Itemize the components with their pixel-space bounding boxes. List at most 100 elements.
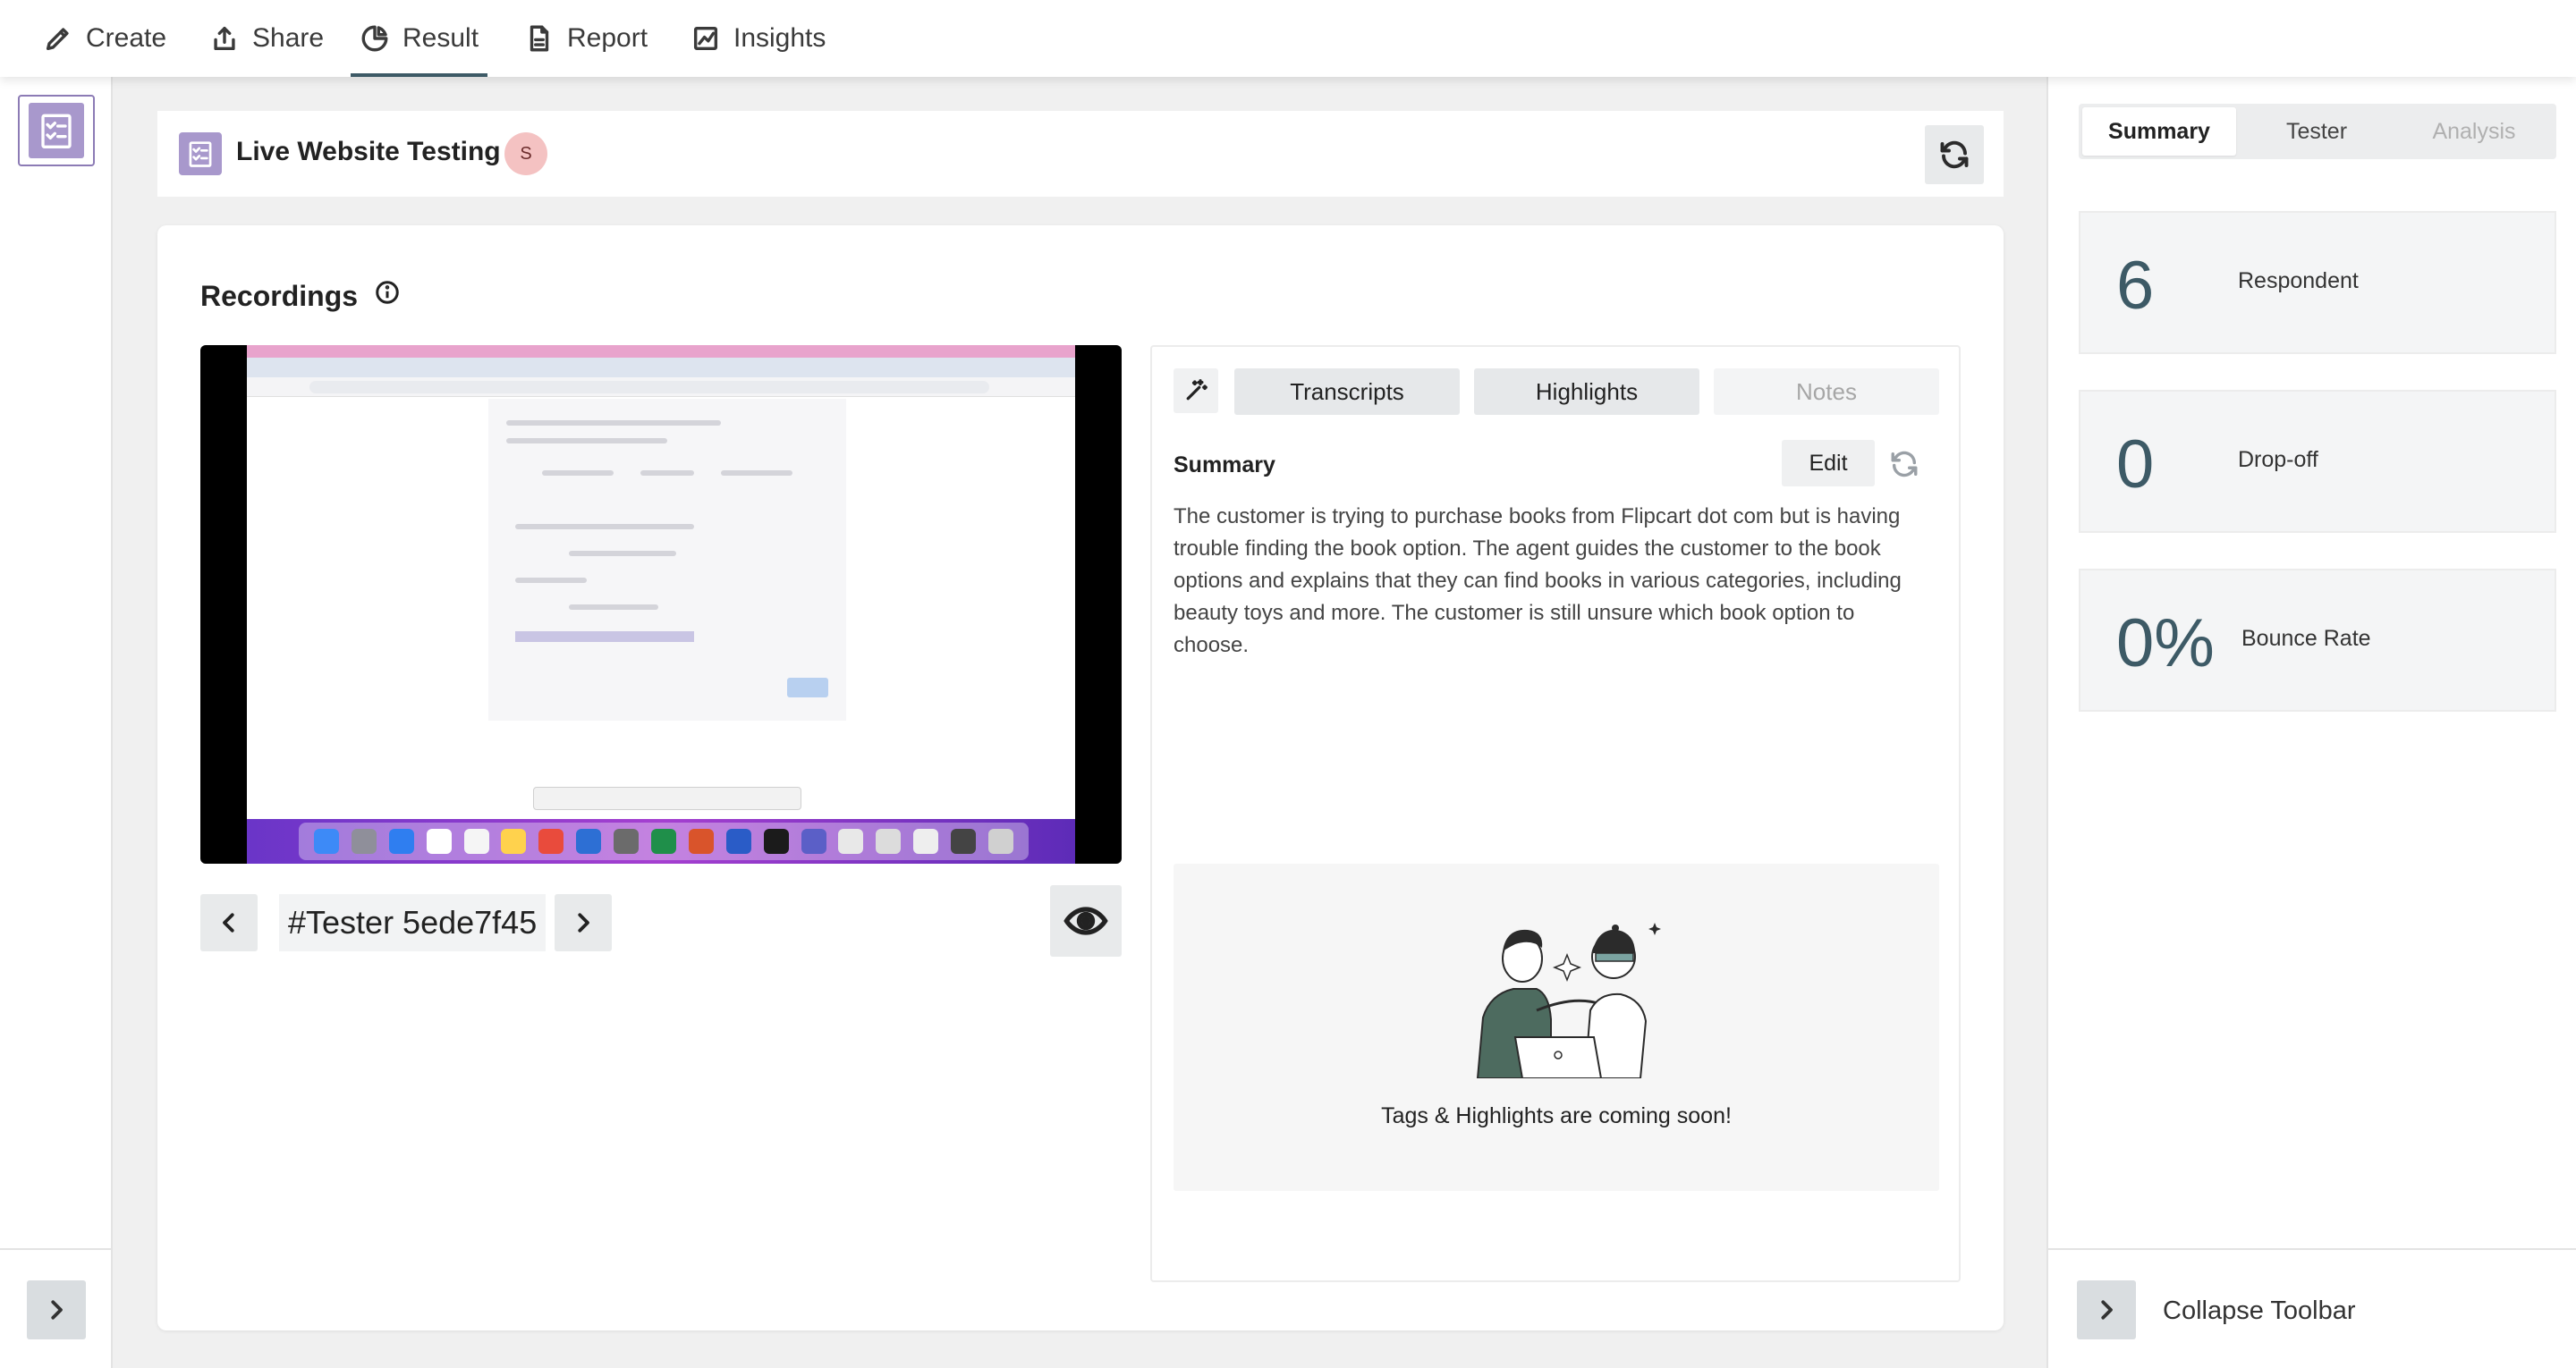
eye-icon	[1063, 907, 1108, 935]
dock-app	[951, 829, 977, 854]
sidebar-tabs: Summary Tester Analysis	[2079, 104, 2556, 159]
coming-soon-text: Tags & Highlights are coming soon!	[1381, 1103, 1732, 1128]
collapse-toolbar-button[interactable]	[2077, 1280, 2136, 1339]
tab-analysis[interactable]: Analysis	[2397, 107, 2551, 156]
dock-app	[351, 829, 377, 854]
share-icon	[214, 26, 235, 51]
dock-app	[501, 829, 527, 854]
refresh-icon	[1891, 451, 1918, 477]
tester-label: #Tester 5ede7f45	[279, 894, 547, 951]
video-tabbar	[247, 358, 1075, 377]
recording-details-panel: Transcripts Highlights Notes Summary Edi…	[1150, 345, 1961, 1282]
stat-label: Drop-off	[2238, 447, 2318, 472]
expand-left-button[interactable]	[27, 1280, 86, 1339]
stat-bounce-rate: 0% Bounce Rate	[2079, 569, 2556, 712]
report-icon	[530, 25, 549, 52]
view-button[interactable]	[1050, 885, 1122, 957]
video-line	[515, 578, 587, 583]
collapse-toolbar-label[interactable]: Collapse Toolbar	[2163, 1296, 2356, 1326]
video-dock	[299, 823, 1029, 860]
checklist-icon	[189, 141, 212, 167]
video-share-bar	[533, 787, 801, 810]
recordings-card: Recordings #Tester 5ede7f45 Transcripts …	[157, 225, 2004, 1330]
dock-app	[614, 829, 640, 854]
dock-app	[313, 829, 339, 854]
recording-video[interactable]	[200, 345, 1122, 864]
magic-wand-icon	[1186, 379, 1208, 401]
recordings-title: Recordings	[200, 279, 359, 312]
dock-app	[838, 829, 864, 854]
stat-label: Bounce Rate	[2241, 626, 2371, 651]
info-icon[interactable]	[374, 279, 401, 313]
video-highlight	[515, 631, 694, 642]
stat-drop-off: 0 Drop-off	[2079, 390, 2556, 533]
video-button	[787, 678, 828, 697]
dock-app	[801, 829, 826, 854]
nav-create[interactable]: Create	[43, 23, 166, 77]
tab-summary[interactable]: Summary	[2082, 107, 2236, 156]
video-line	[515, 524, 694, 529]
insights-icon	[693, 26, 718, 51]
video-line	[640, 470, 694, 476]
video-modal	[488, 399, 846, 721]
stat-label: Respondent	[2238, 268, 2359, 293]
summary-text: The customer is trying to purchase books…	[1174, 504, 1902, 657]
pencil-icon	[46, 28, 69, 51]
left-rail-footer	[0, 1248, 113, 1368]
left-rail	[0, 77, 113, 1368]
next-tester-button[interactable]	[555, 894, 612, 951]
people-at-laptop-illustration	[1476, 923, 1661, 1078]
previous-tester-button[interactable]	[200, 894, 258, 951]
sidebar-footer: Collapse Toolbar	[2048, 1248, 2576, 1368]
video-line	[506, 420, 721, 426]
dock-app	[876, 829, 902, 854]
chevron-left-icon	[223, 913, 234, 933]
nav-share[interactable]: Share	[209, 23, 324, 77]
summary-heading: Summary	[1174, 452, 1275, 477]
dock-app	[426, 829, 452, 854]
study-icon	[179, 132, 222, 175]
regenerate-summary-button[interactable]	[1885, 445, 1923, 483]
refresh-button[interactable]	[1925, 125, 1984, 184]
tab-highlights[interactable]: Highlights	[1474, 368, 1699, 415]
avatar[interactable]: S	[504, 132, 547, 175]
dock-app	[463, 829, 489, 854]
video-line	[542, 470, 614, 476]
stat-value: 6	[2116, 248, 2155, 324]
pie-chart-icon	[361, 25, 388, 52]
video-line	[569, 604, 658, 610]
dock-app	[987, 829, 1013, 854]
study-thumbnail[interactable]	[18, 95, 95, 166]
nav-create-label: Create	[86, 23, 167, 53]
stat-value: 0	[2116, 426, 2155, 502]
right-sidebar: Summary Tester Analysis 6 Respondent 0 D…	[2046, 77, 2576, 1368]
dock-app	[388, 829, 414, 854]
nav-result-label: Result	[402, 23, 479, 53]
video-urlbar	[247, 377, 1075, 397]
nav-result[interactable]: Result	[351, 23, 488, 77]
dock-app	[725, 829, 751, 854]
tab-notes[interactable]: Notes	[1714, 368, 1939, 415]
video-line	[506, 438, 667, 443]
stat-respondent: 6 Respondent	[2079, 211, 2556, 354]
chevron-right-icon	[2101, 1300, 2113, 1320]
dock-app	[763, 829, 789, 854]
nav-report[interactable]: Report	[524, 23, 648, 77]
video-line	[569, 551, 676, 556]
edit-summary-button[interactable]: Edit	[1782, 440, 1875, 486]
video-url-pill	[309, 381, 989, 393]
stat-value: 0%	[2116, 605, 2215, 681]
nav-insights[interactable]: Insights	[691, 23, 826, 77]
tab-transcripts[interactable]: Transcripts	[1234, 368, 1460, 415]
video-menubar	[247, 345, 1075, 358]
study-title: Live Website Testing	[236, 137, 501, 166]
chevron-right-icon	[578, 913, 589, 933]
nav-report-label: Report	[567, 23, 648, 53]
study-header: Live Website Testing S	[157, 111, 2004, 197]
nav-share-label: Share	[252, 23, 325, 53]
tab-tester[interactable]: Tester	[2240, 107, 2394, 156]
ai-summary-button[interactable]	[1174, 368, 1218, 413]
nav-insights-label: Insights	[733, 23, 826, 53]
top-nav: Create Share Result Report Insights	[0, 0, 2576, 77]
checklist-icon	[41, 114, 72, 148]
